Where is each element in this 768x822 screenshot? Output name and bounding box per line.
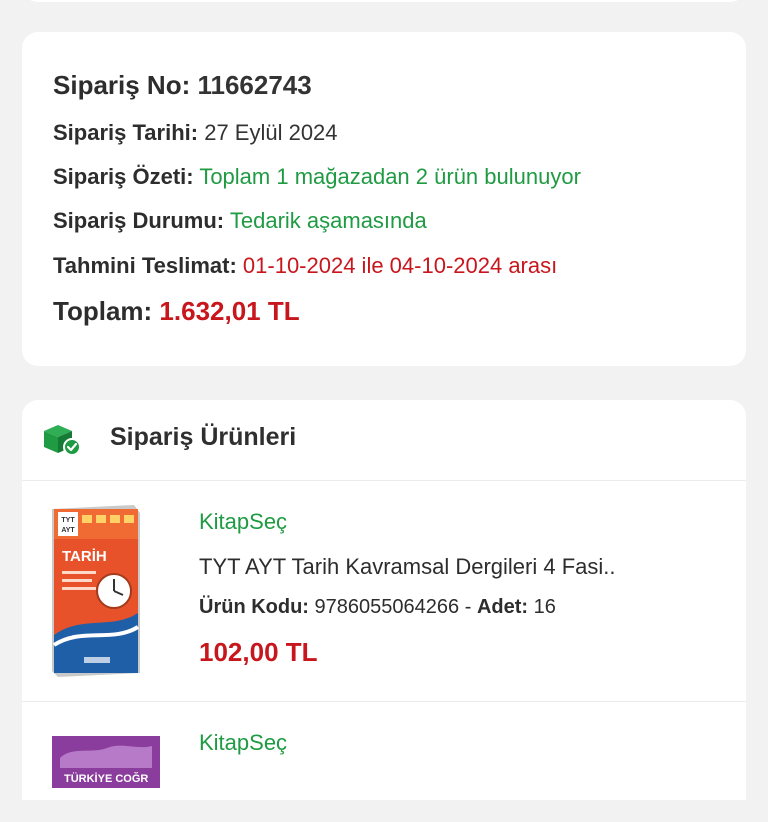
- cover-ayt-text: AYT: [61, 527, 75, 534]
- order-products-card: Sipariş Ürünleri TYT AYT TARİH KitapSeç: [22, 400, 746, 800]
- estimated-delivery-value: 01-10-2024 ile 04-10-2024 arası: [242, 253, 558, 278]
- cover-title-text: TÜRKİYE COĞR: [64, 772, 148, 785]
- order-number-label: Sipariş No:: [53, 70, 191, 100]
- product-name[interactable]: TYT AYT Tarih Kavramsal Dergileri 4 Fasi…: [199, 554, 616, 580]
- quantity-value: 16: [533, 596, 556, 618]
- order-summary-label: Sipariş Özeti:: [53, 164, 194, 189]
- product-item[interactable]: TÜRKİYE COĞR KitapSeç: [22, 702, 746, 822]
- products-header: Sipariş Ürünleri: [22, 400, 746, 481]
- order-date-value: 27 Eylül 2024: [204, 120, 338, 145]
- cover-tyt-text: TYT: [61, 517, 75, 524]
- product-code-value: 9786055064266: [314, 596, 460, 618]
- order-number-row: Sipariş No: 11662743: [53, 70, 312, 101]
- order-date-label: Sipariş Tarihi:: [53, 120, 199, 145]
- book-cover-image[interactable]: TÜRKİYE COĞR: [52, 728, 162, 788]
- previous-card: [22, 0, 746, 2]
- order-status-row: Sipariş Durumu: Tedarik aşamasında: [53, 208, 427, 234]
- order-number-value: 11662743: [197, 70, 312, 100]
- order-total-row: Toplam: 1.632,01 TL: [53, 296, 300, 327]
- estimated-delivery-label: Tahmini Teslimat:: [53, 253, 237, 278]
- order-summary-card: Sipariş No: 11662743 Sipariş Tarihi: 27 …: [22, 32, 746, 366]
- order-date-row: Sipariş Tarihi: 27 Eylül 2024: [53, 120, 338, 146]
- estimated-delivery-row: Tahmini Teslimat: 01-10-2024 ile 04-10-2…: [53, 253, 557, 279]
- product-price: 102,00 TL: [199, 637, 318, 667]
- product-item[interactable]: TYT AYT TARİH KitapSeç TYT AYT Tarih Kav…: [22, 481, 746, 702]
- order-total-value: 1.632,01 TL: [159, 296, 300, 326]
- order-status-value: Tedarik aşamasında: [229, 208, 427, 233]
- order-summary-value: Toplam 1 mağazadan 2 ürün bulunuyor: [199, 164, 581, 189]
- cover-title-text: TARİH: [62, 548, 107, 565]
- order-summary-row: Sipariş Özeti: Toplam 1 mağazadan 2 ürün…: [53, 164, 581, 190]
- code-qty-separator: -: [464, 596, 472, 618]
- order-status-label: Sipariş Durumu:: [53, 208, 225, 233]
- product-code-row: Ürün Kodu: 9786055064266 - Adet: 16: [199, 596, 556, 619]
- box-check-icon: [44, 425, 81, 456]
- product-code-label: Ürün Kodu:: [199, 596, 309, 618]
- quantity-label: Adet:: [476, 596, 529, 618]
- book-cover-image[interactable]: TYT AYT TARİH: [52, 505, 142, 677]
- products-title: Sipariş Ürünleri: [110, 423, 297, 451]
- store-name[interactable]: KitapSeç: [199, 509, 287, 535]
- order-total-label: Toplam:: [53, 296, 153, 326]
- store-name[interactable]: KitapSeç: [199, 730, 287, 756]
